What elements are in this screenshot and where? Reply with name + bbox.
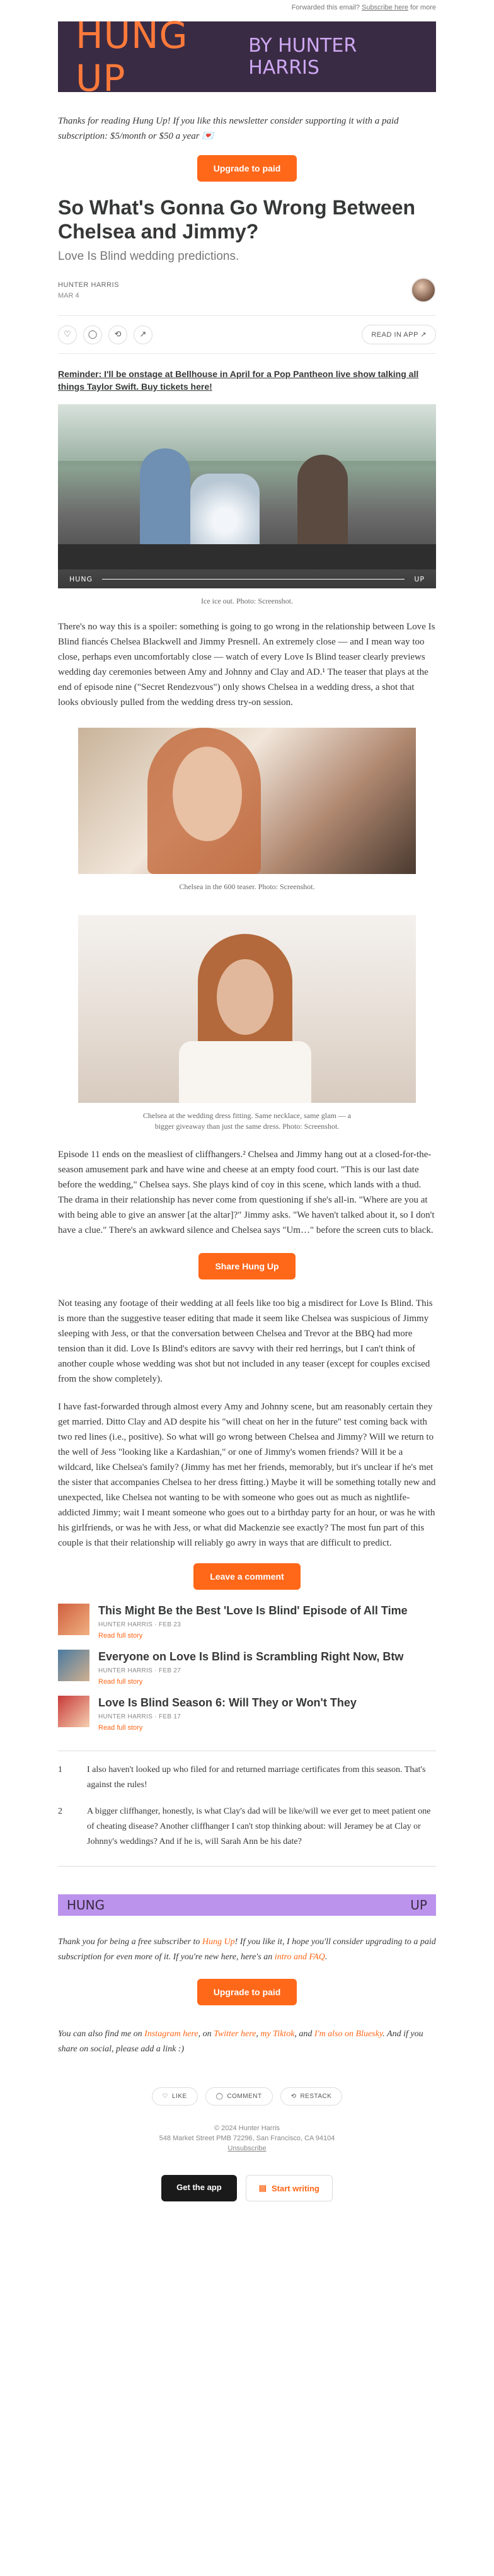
- bottom-actions: ♡ LIKE ◯ COMMENT ⟲ RESTACK: [58, 2087, 436, 2106]
- heart-icon: ♡: [162, 2093, 168, 2100]
- related-post-title[interactable]: Love Is Blind Season 6: Will They or Won…: [98, 1696, 357, 1710]
- read-full-story-link[interactable]: Read full story: [98, 1678, 403, 1686]
- read-full-story-link[interactable]: Read full story: [98, 1724, 357, 1732]
- paragraph: Episode 11 ends on the measliest of clif…: [58, 1150, 435, 1235]
- footer-buttons: Get the app ▤ Start writing: [58, 2175, 436, 2220]
- paragraph: I have fast-forwarded through almost eve…: [58, 1402, 436, 1548]
- post-thumbnail[interactable]: [58, 1650, 89, 1681]
- image-caption: Chelsea in the 600 teaser. Photo: Screen…: [179, 882, 315, 891]
- banner-title: HUNG UP: [76, 14, 188, 100]
- reminder-link[interactable]: Reminder: I'll be onstage at Bellhouse i…: [58, 368, 436, 393]
- author-row: HUNTER HARRIS MAR 4: [58, 277, 436, 303]
- read-full-story-link[interactable]: Read full story: [98, 1632, 408, 1640]
- footnote-number[interactable]: 1: [58, 1763, 64, 1793]
- upgrade-button[interactable]: Upgrade to paid: [197, 155, 297, 182]
- footnote-text: I also haven't looked up who filed for a…: [87, 1765, 426, 1790]
- image-overlay-hung: HUNG: [69, 575, 93, 583]
- footer-banner-right: UP: [410, 1897, 427, 1913]
- get-app-button[interactable]: Get the app: [161, 2175, 237, 2201]
- related-post-meta: HUNTER HARRIS · FEB 23: [98, 1621, 181, 1628]
- comment-button[interactable]: ◯ COMMENT: [205, 2087, 273, 2106]
- footnote-number[interactable]: 2: [58, 1804, 64, 1850]
- comment-button[interactable]: Leave a comment: [193, 1563, 301, 1590]
- copyright: © 2024 Hunter Harris: [214, 2124, 280, 2132]
- share-button[interactable]: Share Hung Up: [198, 1253, 296, 1279]
- related-post[interactable]: Love Is Blind Season 6: Will They or Won…: [58, 1696, 436, 1732]
- chelsea-teaser-image: [78, 728, 416, 874]
- chelsea-dress-image: [78, 915, 416, 1103]
- author-name[interactable]: HUNTER HARRIS: [58, 281, 119, 289]
- twitter-link[interactable]: Twitter here: [214, 2029, 256, 2039]
- post-date: MAR 4: [58, 291, 79, 300]
- hung-up-link[interactable]: Hung Up: [202, 1937, 235, 1947]
- paragraph: Not teasing any footage of their wedding…: [58, 1298, 433, 1384]
- read-in-app-button[interactable]: READ IN APP ↗: [362, 325, 436, 344]
- address: 548 Market Street PMB 72296, San Francis…: [159, 2135, 335, 2142]
- restack-icon[interactable]: ⟲: [108, 325, 127, 344]
- bluesky-link[interactable]: I'm also on Bluesky: [314, 2029, 382, 2039]
- instagram-link[interactable]: Instagram here: [144, 2029, 198, 2039]
- related-post[interactable]: Everyone on Love Is Blind is Scrambling …: [58, 1650, 436, 1686]
- intro-text: Thanks for reading Hung Up! If you like …: [58, 116, 399, 141]
- unsubscribe-link[interactable]: Unsubscribe: [227, 2145, 266, 2152]
- comment-icon: ◯: [215, 2093, 224, 2100]
- image-overlay-up: UP: [414, 575, 425, 583]
- banner-byline: BY HUNTER HARRIS: [248, 35, 357, 79]
- footnote-text: A bigger cliffhanger, honestly, is what …: [87, 1807, 431, 1846]
- post-subtitle: Love Is Blind wedding predictions.: [58, 250, 239, 263]
- substack-icon: ▤: [258, 2183, 267, 2193]
- like-button[interactable]: ♡ LIKE: [151, 2087, 198, 2106]
- email-container: Forwarded this email? Subscribe here for…: [58, 0, 436, 2220]
- upgrade-button[interactable]: Upgrade to paid: [197, 1979, 297, 2005]
- start-writing-button[interactable]: ▤ Start writing: [245, 2175, 333, 2201]
- related-post-title[interactable]: Everyone on Love Is Blind is Scrambling …: [98, 1650, 403, 1664]
- subscribe-link[interactable]: Subscribe here: [362, 4, 408, 11]
- tiktok-link[interactable]: my Tiktok: [260, 2029, 294, 2039]
- image-caption: Chelsea at the wedding dress fitting. Sa…: [142, 1111, 352, 1131]
- post-thumbnail[interactable]: [58, 1696, 89, 1727]
- post-title[interactable]: So What's Gonna Go Wrong Between Chelsea…: [58, 182, 436, 243]
- share-icon[interactable]: ↗: [134, 325, 152, 344]
- ice-sculpture-image: HUNG UP: [58, 404, 436, 588]
- footer: © 2024 Hunter Harris 548 Market Street P…: [58, 2123, 436, 2153]
- related-post-meta: HUNTER HARRIS · FEB 17: [98, 1713, 181, 1720]
- image-caption: Ice ice out. Photo: Screenshot.: [201, 597, 293, 605]
- header-banner[interactable]: HUNG UP BY HUNTER HARRIS: [58, 14, 436, 100]
- footnote: 1 I also haven't looked up who filed for…: [58, 1763, 436, 1793]
- related-post-title[interactable]: This Might Be the Best 'Love Is Blind' E…: [98, 1604, 408, 1617]
- related-post-meta: HUNTER HARRIS · FEB 27: [98, 1667, 181, 1674]
- post-actions: ♡ ◯ ⟲ ↗ READ IN APP ↗: [58, 315, 436, 354]
- paragraph: There's no way this is a spoiler: someth…: [58, 622, 435, 708]
- intro-faq-link[interactable]: intro and FAQ: [275, 1952, 325, 1962]
- heart-icon[interactable]: ♡: [58, 325, 77, 344]
- avatar[interactable]: [411, 277, 436, 303]
- restack-icon: ⟲: [290, 2093, 297, 2100]
- thanks-text: Thank you for being a free subscriber to…: [58, 1937, 436, 1962]
- footer-banner: HUNG UP: [58, 1894, 436, 1916]
- related-posts: This Might Be the Best 'Love Is Blind' E…: [58, 1604, 436, 1732]
- restack-button[interactable]: ⟲ RESTACK: [280, 2087, 343, 2106]
- related-post[interactable]: This Might Be the Best 'Love Is Blind' E…: [58, 1604, 436, 1640]
- comment-icon[interactable]: ◯: [83, 325, 102, 344]
- social-links-text: You can also find me on Instagram here, …: [58, 2029, 423, 2054]
- post-thumbnail[interactable]: [58, 1604, 89, 1635]
- footer-banner-left: HUNG: [67, 1897, 105, 1913]
- divider: [58, 1866, 436, 1867]
- footnote: 2 A bigger cliffhanger, honestly, is wha…: [58, 1804, 436, 1850]
